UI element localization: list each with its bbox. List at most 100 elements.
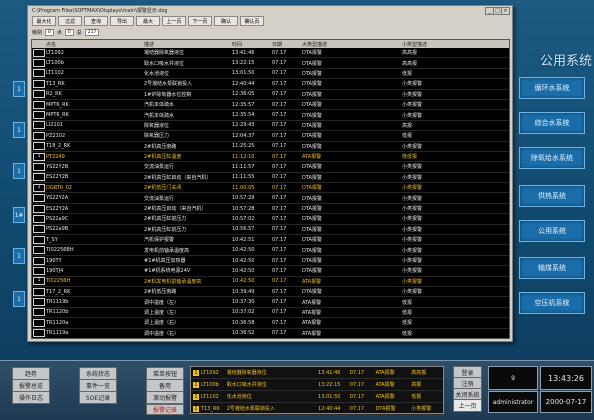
system-button-air-compressor[interactable]: 空压机系统 [519,292,585,314]
prev-page-button[interactable]: 上一页 [453,399,482,412]
ack-checkbox[interactable] [33,308,45,316]
operation-log-button[interactable]: 操作日志 [12,391,50,404]
table-row[interactable]: ES22Y2A2#机高压启动（来自汽机）10:57:2807.17DTA报警小类… [32,204,509,214]
ack-checkbox[interactable] [33,194,45,202]
ack-cell[interactable] [32,163,46,171]
left-nav-button[interactable]: 1# [13,207,25,223]
table-row[interactable]: PZ2102除氧器压力12:04:3707.17DTA报警低报 [32,131,509,141]
ack-checkbox[interactable] [33,225,45,233]
toolbar-largest-button[interactable]: 最大 [136,16,160,26]
table-row[interactable]: LT100b取水口吸水井液位13:22:1507.17DTA报警高高报 [32,58,509,68]
left-nav-button[interactable]: 1 [13,163,25,179]
table-row[interactable]: R2_RK1#炉除氧器水位控制12:36:0507.17DTA报警小类报警 [32,90,509,100]
ack-cell[interactable] [32,267,46,275]
table-row[interactable]: PS22a9C2#机高压缸前压力10:57:0207.17DTA报警小类报警 [32,214,509,224]
table-row[interactable]: 190TJ4#1#机系统电源24V10:42:5007.17DTA报警小类报警 [32,266,509,276]
ack-cell[interactable] [32,215,46,223]
ack-cell[interactable] [32,319,46,327]
toolbar-query-button[interactable]: 查询 [84,16,108,26]
table-row[interactable]: PS22a9B2#机高压缸前压力10:56:5707.17DTA报警小类报警 [32,225,509,235]
column-header-subclass[interactable]: 小类型描述 [402,41,462,48]
toolbar-export-button[interactable]: 导出 [110,16,134,26]
column-header-class[interactable]: 大类型描述 [302,41,402,48]
table-row[interactable]: ES22Y2B2#机高压缸启动（来自汽机）11:11:5507.17DTA报警小… [32,173,509,183]
column-header-date[interactable]: 日期 [272,41,302,48]
ack-cell[interactable] [32,308,46,316]
ack-checkbox[interactable]: 1 [33,153,45,161]
ack-checkbox[interactable] [33,111,45,119]
ack-cell[interactable] [32,236,46,244]
ack-cell[interactable] [32,246,46,254]
ack-checkbox[interactable] [33,236,45,244]
ack-checkbox[interactable] [33,298,45,306]
table-row[interactable]: YS22Y2A交流油泵运行10:57:2907.17DTA报警小类报警 [32,193,509,203]
ack-checkbox[interactable] [33,69,45,77]
system-button-coal-conveyor[interactable]: 输煤系统 [519,257,585,279]
ack-cell[interactable]: 1 [32,184,46,192]
ack-checkbox[interactable] [33,215,45,223]
ack-checkbox[interactable] [33,288,45,296]
toolbar-ack-page-button[interactable]: 确认页 [240,16,264,26]
ack-cell[interactable]: 1 [32,153,46,161]
ack-checkbox[interactable] [33,101,45,109]
ack-checkbox[interactable] [33,132,45,140]
ack-cell[interactable] [32,59,46,67]
toolbar-filter-button[interactable]: 过滤 [58,16,82,26]
rolling-alarm-button[interactable]: 滚动报警 [146,391,184,404]
table-row[interactable]: MPT6_RK汽机本体疏水12:35:5407.17DTA报警小类报警 [32,110,509,120]
close-icon[interactable]: × [501,7,510,15]
ack-checkbox[interactable] [33,49,45,57]
ack-cell[interactable] [32,225,46,233]
ack-cell[interactable] [32,142,46,150]
ack-cell[interactable] [32,111,46,119]
table-row[interactable]: 1TI02256H2#机发电机前轴承温度高10:42:5007.17ATA报警小… [32,277,509,287]
left-nav-button[interactable]: 1 [13,122,25,138]
filter-level-field[interactable]: 0 [45,29,54,36]
ack-cell[interactable] [32,49,46,57]
table-row[interactable]: TR1120a调上温度（右）10:36:5807.17ATA报警低报 [32,318,509,328]
column-header-time[interactable]: 时间 [232,41,272,48]
system-button-circulating-water[interactable]: 循环水系统 [519,77,585,99]
rolling-alarm-item[interactable]: 1T13_RK2号凝结水泵联锁投入12:40:4407.17DTA报警小类报警 [191,403,443,415]
table-row[interactable]: TI02256BH发电机前轴承温度高10:42:5007.17DTA报警小类报警 [32,245,509,255]
toolbar-prev-page-button[interactable]: 上一页 [162,16,186,26]
column-header-desc[interactable]: 描述 [144,41,232,48]
ack-cell[interactable] [32,90,46,98]
table-row[interactable]: TR1120b调上温度（左）10:37:0207.17ATA报警低报 [32,308,509,318]
table-row[interactable]: YS22Y2B交流油泵运行11:11:5707.17DTA报警小类报警 [32,162,509,172]
table-row[interactable]: LT1092凝结器除氧器液位13:41:4607.17DTA报警高高报 [32,48,509,58]
table-row[interactable]: T17_2_RK2#机低压旁路10:39:4907.17DTA报警小类报警 [32,287,509,297]
system-button-integrated-water[interactable]: 综合水系统 [519,112,585,134]
ack-cell[interactable] [32,205,46,213]
ack-checkbox[interactable] [33,319,45,327]
ack-checkbox[interactable]: 1 [33,277,45,285]
table-row[interactable]: T_SY汽机保护报警10:42:5107.17DTA报警小类报警 [32,235,509,245]
ack-cell[interactable] [32,121,46,129]
ack-checkbox[interactable] [33,173,45,181]
system-button-deaerator-feedwater[interactable]: 除氧给水系统 [519,147,585,169]
table-row[interactable]: LI2101除氧器液位12:29:4307.17DTA报警高报 [32,121,509,131]
system-button-public[interactable]: 公用系统 [519,220,585,242]
column-header-tag[interactable]: 点名 [46,41,144,48]
system-button-heating[interactable]: 供热系统 [519,185,585,207]
toolbar-ack-button[interactable]: 确认 [214,16,238,26]
ack-checkbox[interactable]: 1 [33,184,45,192]
ack-checkbox[interactable] [33,205,45,213]
ack-checkbox[interactable] [33,257,45,265]
ack-cell[interactable] [32,69,46,77]
soe-record-button[interactable]: SOE记录 [79,391,117,404]
table-row[interactable]: 1DGRT0_022#机低压门关闭11:00:0507.17DTA报警小类报警 [32,183,509,193]
rolling-alarm-item[interactable]: 1LT100b取水口吸水井液位13:22:1507.17ATA报警高报 [191,379,443,391]
table-row[interactable]: TR1119b调中温度（左）10:37:3007.17ATA报警低报 [32,297,509,307]
table-row[interactable]: T13_RK2号凝结水泵联锁投入12:40:4407.17DTA报警小类报警 [32,79,509,89]
ack-cell[interactable] [32,173,46,181]
ack-cell[interactable] [32,194,46,202]
ack-checkbox[interactable] [33,163,45,171]
ack-checkbox[interactable] [33,121,45,129]
left-nav-button[interactable]: 1 [13,248,25,264]
ack-checkbox[interactable] [33,80,45,88]
rolling-alarm-item[interactable]: 1LT1092凝结器除氧器液位13:41:4607.17ATA报警高高报 [191,367,443,379]
toolbar-next-page-button[interactable]: 下一页 [188,16,212,26]
ack-cell[interactable] [32,298,46,306]
ack-checkbox[interactable] [33,142,45,150]
